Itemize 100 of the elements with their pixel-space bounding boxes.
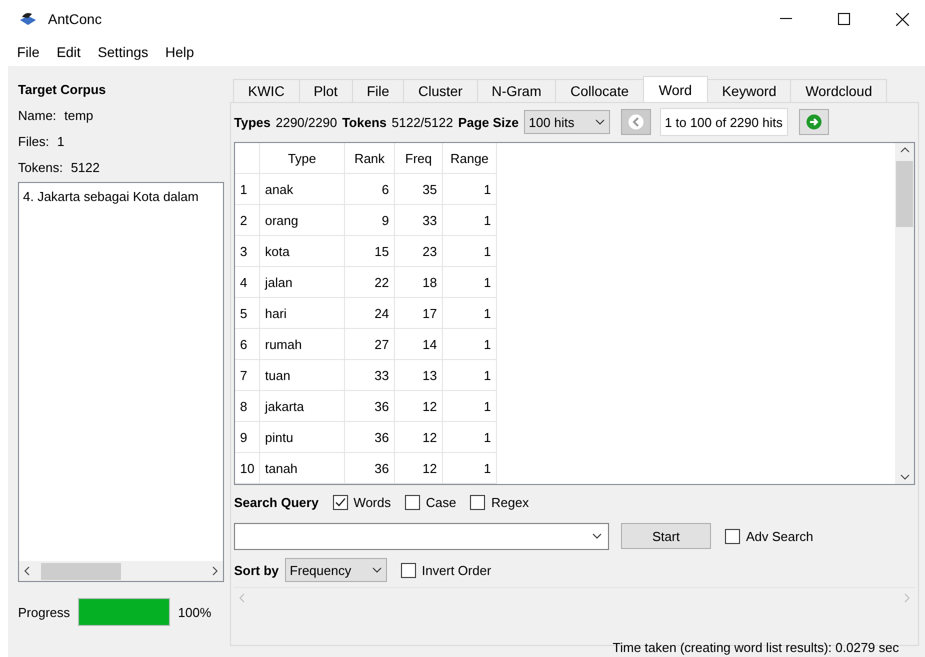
table-cell: 1 <box>443 236 497 267</box>
checkbox-label[interactable]: Adv Search <box>746 528 814 544</box>
row-number: 2 <box>235 205 260 236</box>
checkbox[interactable] <box>332 494 348 510</box>
table-cell: 22 <box>345 267 395 298</box>
column-header[interactable]: Rank <box>345 143 395 174</box>
column-header[interactable]: Range <box>443 143 497 174</box>
table-cell: 1 <box>443 360 497 391</box>
corner-header <box>235 143 260 174</box>
table-cell: 1 <box>443 174 497 205</box>
start-button[interactable]: Start <box>621 523 711 549</box>
row-number: 4 <box>235 267 260 298</box>
tab[interactable]: Wordcloud <box>790 79 888 102</box>
maximize-icon[interactable] <box>838 13 850 25</box>
table-cell: 17 <box>395 298 443 329</box>
checkbox[interactable] <box>404 494 420 510</box>
checkbox-label[interactable]: Regex <box>491 494 529 510</box>
tokens-value: 5122/5122 <box>392 114 454 130</box>
search-field[interactable] <box>234 522 609 550</box>
minimize-icon[interactable] <box>780 18 792 20</box>
row-number: 10 <box>235 453 260 484</box>
table-cell: 9 <box>345 205 395 236</box>
tokens-count: 5122 <box>70 160 100 174</box>
column-header[interactable]: Freq <box>395 143 443 174</box>
tokens-label: Tokens <box>342 114 387 130</box>
table-cell: 23 <box>395 236 443 267</box>
progress-reading: 100% <box>178 604 212 620</box>
range-field[interactable]: 1 to 100 of 2290 hits <box>660 108 788 136</box>
table-cell: tuan <box>260 360 345 391</box>
row-number: 8 <box>235 391 260 422</box>
table-cell: orang <box>260 205 345 236</box>
row-number: 7 <box>235 360 260 391</box>
row-number: 1 <box>235 174 260 205</box>
tab[interactable]: KWIC <box>233 79 300 102</box>
table-cell: 33 <box>395 205 443 236</box>
tab[interactable]: Keyword <box>706 79 792 102</box>
checkbox[interactable] <box>470 494 486 510</box>
checkbox[interactable] <box>725 528 740 544</box>
table-cell: 18 <box>395 267 443 298</box>
file-item[interactable]: 4. Jakarta sebagai Kota dalam <box>23 189 199 204</box>
table-cell: 6 <box>345 174 395 205</box>
table-cell: kota <box>260 236 345 267</box>
table-cell: anak <box>260 174 345 205</box>
table-cell: tanah <box>260 453 345 484</box>
table-cell: 12 <box>395 391 443 422</box>
scrollbar-thumb[interactable] <box>41 562 121 580</box>
table-cell: 14 <box>395 329 443 360</box>
table-cell: 1 <box>443 453 497 484</box>
progress-label: Progress <box>18 604 70 620</box>
menu-item[interactable]: Settings <box>98 44 148 60</box>
table-cell: 13 <box>395 360 443 391</box>
checkbox-label[interactable]: Invert Order <box>422 562 492 578</box>
table-cell: 1 <box>443 422 497 453</box>
table-cell: 24 <box>345 298 395 329</box>
checkbox-label[interactable]: Words <box>354 494 391 510</box>
table-cell: 36 <box>345 453 395 484</box>
name-label: Name: <box>18 108 56 122</box>
corpus-name: temp <box>64 108 94 122</box>
table-cell: 12 <box>395 453 443 484</box>
tokens-label: Tokens: <box>18 160 63 174</box>
table-cell: 1 <box>443 391 497 422</box>
window-title: AntConc <box>48 11 102 27</box>
scroll-right-icon[interactable] <box>211 566 219 576</box>
sort-dropdown[interactable]: Frequency <box>284 558 387 582</box>
menu-item[interactable]: File <box>17 44 40 60</box>
table-cell: pintu <box>260 422 345 453</box>
file-list[interactable]: 4. Jakarta sebagai Kota dalam <box>18 182 224 582</box>
scrollbar-thumb[interactable] <box>896 161 913 227</box>
table-cell: 33 <box>345 360 395 391</box>
next-button[interactable] <box>798 109 829 135</box>
row-number: 5 <box>235 298 260 329</box>
row-number: 6 <box>235 329 260 360</box>
tab[interactable]: Word <box>642 76 708 102</box>
row-number: 9 <box>235 422 260 453</box>
table-cell: 15 <box>345 236 395 267</box>
table-cell: 27 <box>345 329 395 360</box>
page-size-label: Page Size <box>458 114 519 130</box>
table-cell: jakarta <box>260 391 345 422</box>
table-cell: jalan <box>260 267 345 298</box>
page-size-dropdown[interactable]: 100 hits <box>524 110 610 134</box>
files-count: 1 <box>57 134 64 148</box>
scroll-left-icon[interactable] <box>23 566 31 576</box>
app-logo-icon <box>18 11 38 27</box>
files-label: Files: <box>18 134 50 148</box>
close-icon[interactable] <box>896 12 908 26</box>
menu-item[interactable]: Edit <box>56 44 81 60</box>
status-text: Time taken (creating word list results): 0.0279 sec <box>612 640 899 655</box>
table-cell: 1 <box>443 267 497 298</box>
menu-item[interactable]: Help <box>165 44 194 60</box>
column-header[interactable]: Type <box>260 143 345 174</box>
types-label: Types <box>234 114 271 130</box>
table-cell: 1 <box>443 329 497 360</box>
types-value: 2290/2290 <box>276 114 338 130</box>
checkbox-label[interactable]: Case <box>426 494 456 510</box>
previous-button[interactable] <box>620 109 651 135</box>
table-cell: 1 <box>443 205 497 236</box>
checkbox[interactable] <box>400 562 416 578</box>
sort-by-label: Sort by <box>234 562 279 578</box>
search-query-label: Search Query <box>234 494 319 510</box>
table-cell: 36 <box>345 391 395 422</box>
